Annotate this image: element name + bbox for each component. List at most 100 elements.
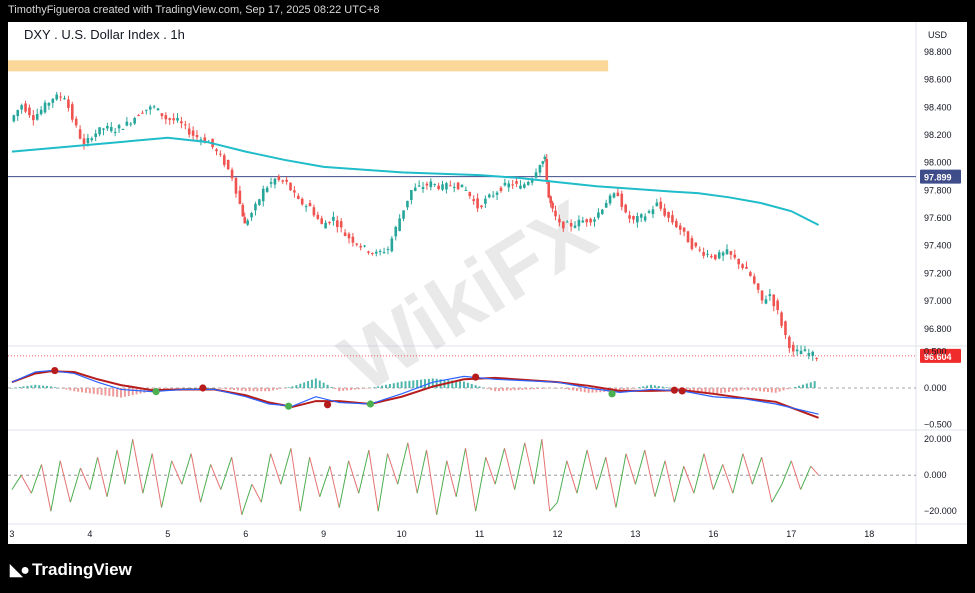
histogram-bar bbox=[462, 381, 465, 388]
candle-body bbox=[374, 251, 378, 254]
cross-dot bbox=[608, 390, 616, 398]
candle-body bbox=[51, 98, 55, 103]
oscillator-segment bbox=[20, 474, 32, 494]
oscillator-segment bbox=[161, 460, 173, 508]
candle-body bbox=[398, 218, 401, 231]
candle-body bbox=[737, 258, 740, 265]
candle-body bbox=[386, 248, 390, 250]
candle-body bbox=[702, 251, 705, 256]
chart-svg[interactable]: WikiFX 98.800 98.600 98.400 98.200 98.000 97.8… bbox=[8, 22, 967, 544]
oscillator-segment bbox=[124, 439, 134, 485]
candle-body bbox=[184, 124, 187, 126]
candle-body bbox=[543, 156, 547, 159]
candle-body bbox=[43, 102, 47, 113]
candle-body bbox=[807, 353, 811, 356]
candle-body bbox=[698, 249, 702, 251]
candle-body bbox=[768, 294, 772, 297]
candle-body bbox=[729, 251, 733, 255]
histogram-bar bbox=[279, 388, 282, 389]
oscillator-segment bbox=[634, 449, 646, 485]
histogram-bar bbox=[575, 388, 578, 391]
candle-body bbox=[413, 187, 417, 191]
candle-body bbox=[324, 222, 327, 229]
candle-body bbox=[363, 245, 366, 247]
oscillator-segment bbox=[790, 460, 802, 490]
candle-body bbox=[308, 202, 312, 207]
candle-body bbox=[180, 121, 183, 124]
histogram-bar bbox=[225, 388, 228, 390]
oscillator-segment bbox=[644, 449, 656, 497]
histogram-bar bbox=[751, 388, 754, 391]
oscillator-segment bbox=[319, 466, 331, 497]
histogram-bar bbox=[182, 388, 185, 389]
candle-body bbox=[86, 138, 90, 144]
cross-dot bbox=[366, 400, 375, 408]
candle-body bbox=[285, 179, 288, 182]
candle-body bbox=[620, 193, 624, 207]
candle-body bbox=[468, 192, 472, 197]
candle-body bbox=[222, 155, 226, 165]
chart-panel[interactable]: WikiFX 98.800 98.600 98.400 98.200 98.000 97.8… bbox=[8, 22, 967, 544]
oscillator-segment bbox=[190, 453, 202, 503]
oscillator-segment bbox=[231, 457, 243, 515]
candle-body bbox=[472, 199, 475, 202]
oscillator-segment bbox=[549, 501, 558, 512]
histogram-bar bbox=[400, 381, 403, 388]
candle-body bbox=[59, 96, 62, 98]
candle-body bbox=[503, 182, 507, 186]
histogram-bar bbox=[373, 387, 376, 388]
candle-body bbox=[230, 169, 234, 179]
oscillator-segment bbox=[800, 466, 812, 490]
candle-body bbox=[772, 294, 776, 307]
candle-body bbox=[355, 243, 359, 245]
time-tick-label: 6 bbox=[243, 529, 248, 539]
histogram-bar bbox=[470, 384, 473, 388]
histogram-bar bbox=[45, 386, 48, 388]
oscillator-segment bbox=[712, 464, 724, 490]
candle-body bbox=[519, 185, 522, 189]
histogram-bar bbox=[412, 380, 415, 388]
histogram-bar bbox=[626, 388, 629, 390]
histogram-bar bbox=[646, 385, 649, 388]
candle-body bbox=[32, 115, 35, 121]
histogram-bar bbox=[579, 388, 582, 392]
histogram-bar bbox=[190, 388, 193, 389]
histogram-bar bbox=[30, 385, 33, 388]
price-tick-label: 98.600 bbox=[924, 75, 952, 85]
candle-body bbox=[456, 182, 460, 190]
candle-body bbox=[597, 212, 600, 218]
oscillator-segment bbox=[683, 466, 695, 494]
candle-body bbox=[297, 195, 300, 199]
candle-body bbox=[678, 225, 682, 230]
cross-dot bbox=[323, 401, 332, 409]
histogram-bar bbox=[505, 388, 508, 391]
histogram-bar bbox=[10, 388, 13, 389]
oscillator-segment bbox=[50, 460, 61, 512]
histogram-bar bbox=[466, 382, 469, 388]
histogram-bar bbox=[131, 388, 134, 396]
candle-body bbox=[437, 185, 440, 190]
candle-body bbox=[367, 251, 370, 253]
candle-body bbox=[394, 226, 398, 237]
cross-dot bbox=[678, 387, 686, 395]
oscillator-segment bbox=[426, 449, 438, 515]
candle-body bbox=[241, 204, 245, 217]
oscillator-segment bbox=[338, 460, 350, 508]
candle-body bbox=[328, 221, 331, 224]
price-tick-label: 97.200 bbox=[924, 268, 952, 278]
osc-tick-label: 0.000 bbox=[924, 470, 947, 480]
tradingview-logo[interactable]: ◣● TradingView bbox=[10, 560, 132, 580]
histogram-bar bbox=[381, 385, 384, 388]
histogram-bar bbox=[739, 388, 742, 391]
histogram-bar bbox=[213, 388, 216, 389]
macd-tick-label: 0.500 bbox=[924, 347, 947, 357]
candle-body bbox=[300, 198, 304, 205]
histogram-bar bbox=[786, 388, 789, 390]
histogram-bar bbox=[423, 379, 426, 388]
histogram-bar bbox=[720, 388, 723, 394]
tradingview-logo-icon: ◣● bbox=[10, 562, 30, 579]
histogram-bar bbox=[478, 386, 481, 388]
oscillator-segment bbox=[348, 460, 360, 494]
oscillator-segment bbox=[533, 439, 543, 485]
candle-body bbox=[445, 183, 448, 190]
